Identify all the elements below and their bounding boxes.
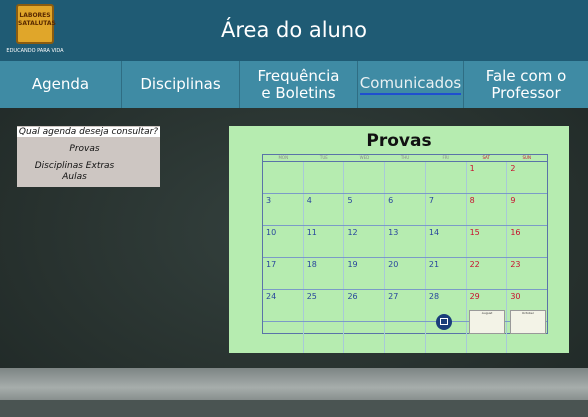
calendar-day[interactable]: 17: [263, 258, 304, 289]
mini-month-label: October: [521, 311, 534, 315]
calendar-day[interactable]: 23: [507, 258, 547, 289]
calendar-week: 17 18 19 20 21 22 23: [263, 258, 547, 290]
calendar-day[interactable]: 6: [385, 194, 426, 225]
mini-calendar: August: [469, 310, 505, 334]
calendar-day[interactable]: [263, 322, 304, 353]
nav-label: Disciplinas: [140, 75, 221, 93]
nav-label: Agenda: [31, 75, 90, 93]
calendar-panel: Provas MON TUE WED THU FRI SAT SUN 12345…: [229, 126, 569, 353]
calendar-day[interactable]: [304, 322, 345, 353]
nav-item-agenda[interactable]: Agenda: [0, 61, 122, 108]
calendar-day[interactable]: [426, 162, 467, 193]
calendar-day[interactable]: 11: [304, 226, 345, 257]
calendar-week: 3456789: [263, 194, 547, 226]
calendar-day[interactable]: 18: [304, 258, 345, 289]
calendar-day[interactable]: 8: [467, 194, 508, 225]
calendar-day[interactable]: [344, 162, 386, 193]
weekday-label: SAT: [482, 155, 490, 160]
calendar-icon[interactable]: [436, 314, 452, 330]
calendar-day[interactable]: [304, 162, 345, 193]
nav-label: Fale com o Professor: [485, 66, 567, 102]
calendar-day[interactable]: 15: [467, 226, 508, 257]
calendar-day[interactable]: 27: [385, 290, 426, 321]
main-nav: Agenda Disciplinas Frequência e Boletins…: [0, 61, 588, 108]
header-bar: LABORES SATALUTAS EDUCANDO PARA VIDA Áre…: [0, 0, 588, 61]
agenda-option-disciplinas-extras[interactable]: Disciplinas Extras: [3, 161, 146, 171]
weekday-label: TUE: [319, 155, 328, 160]
weekday-label: WED: [359, 155, 370, 160]
calendar-day[interactable]: 4: [304, 194, 345, 225]
calendar-day[interactable]: 21: [426, 258, 467, 289]
calendar-day[interactable]: 10: [263, 226, 304, 257]
mini-calendar: October: [510, 310, 546, 334]
board-frame: [0, 400, 588, 417]
page-title: Área do aluno: [220, 18, 368, 42]
calendar-day[interactable]: [385, 322, 426, 353]
calendar-day[interactable]: 14: [426, 226, 467, 257]
nav-item-comunicados[interactable]: Comunicados: [358, 61, 464, 108]
calendar-day[interactable]: 16: [507, 226, 547, 257]
calendar-day[interactable]: 3: [263, 194, 304, 225]
calendar-day[interactable]: 13: [385, 226, 426, 257]
mini-month-label: August: [481, 311, 493, 315]
nav-item-disciplinas[interactable]: Disciplinas: [122, 61, 240, 108]
agenda-question: Qual agenda deseja consultar?: [17, 127, 160, 137]
calendar-day[interactable]: 20: [385, 258, 426, 289]
calendar-day[interactable]: [344, 322, 386, 353]
weekday-header: MON TUE WED THU FRI SAT SUN: [263, 155, 547, 162]
calendar-week: 10 11 12 13 14 15 16: [263, 226, 547, 258]
agenda-option-provas[interactable]: Provas: [13, 144, 156, 154]
agenda-selector: Qual agenda deseja consultar? Provas Dis…: [17, 126, 160, 187]
calendar-day[interactable]: 19: [344, 258, 386, 289]
nav-label: Comunicados: [359, 74, 462, 95]
calendar-title: Provas: [366, 131, 432, 151]
nav-label: Frequência e Boletins: [257, 66, 340, 102]
calendar-grid: MON TUE WED THU FRI SAT SUN 1 2 3 4 5 6 7 8 9 10 1…: [262, 154, 548, 353]
calendar-day[interactable]: 1: [467, 162, 508, 193]
calendar-day[interactable]: 7: [426, 194, 467, 225]
calendar-day[interactable]: [385, 162, 426, 193]
calendar-day[interactable]: [263, 162, 304, 193]
calendar-day[interactable]: 22: [467, 258, 508, 289]
nav-item-fale-professor[interactable]: Fale com o Professor: [464, 61, 588, 108]
calendar-week: 12: [263, 162, 547, 194]
weekday-label: SUN: [522, 155, 531, 160]
calendar-day[interactable]: 12: [344, 226, 386, 257]
weekday-label: MON: [278, 155, 289, 160]
calendar-day[interactable]: 2: [507, 162, 547, 193]
weekday-label: FRI: [442, 155, 449, 160]
nav-item-frequencia[interactable]: Frequência e Boletins: [240, 61, 358, 108]
calendar-day[interactable]: 26: [344, 290, 386, 321]
calendar-day[interactable]: 5: [344, 194, 386, 225]
calendar-day[interactable]: 9: [507, 194, 547, 225]
calendar-day[interactable]: 25: [304, 290, 345, 321]
calendar-day[interactable]: 24: [263, 290, 304, 321]
weekday-label: THU: [400, 155, 410, 160]
agenda-option-aulas[interactable]: Aulas: [3, 172, 146, 182]
